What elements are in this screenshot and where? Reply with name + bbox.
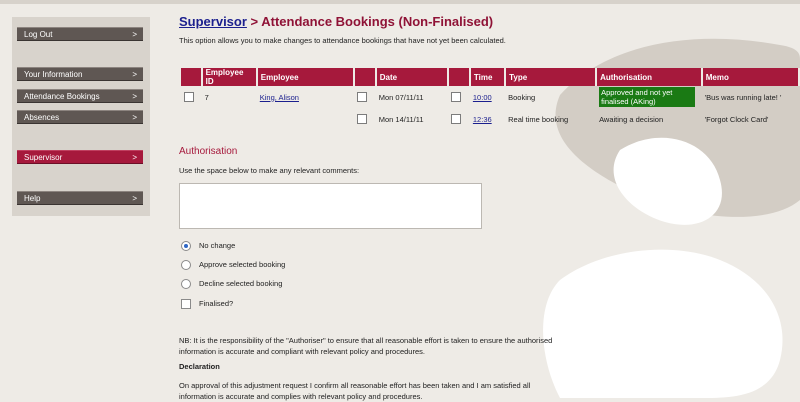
date-cell: Mon 07/11/11 [378, 92, 424, 102]
sidebar-item-label: Your Information [24, 70, 83, 79]
sidebar-item-label: Absences [24, 113, 60, 122]
chevron-right-icon: > [132, 30, 137, 39]
time-select-checkbox[interactable] [451, 114, 462, 124]
top-strip [0, 0, 800, 4]
intro-text: This option allows you to make changes t… [179, 36, 506, 45]
column-header-type: Type [505, 68, 598, 86]
sidebar-item-label: Log Out [24, 30, 53, 39]
table-header-row: Employee ID Employee Date Time Type Auth… [181, 68, 800, 86]
page-title-text: > Attendance Bookings (Non-Finalised) [246, 14, 494, 29]
column-header-memo: Memo [701, 68, 800, 86]
row-select-checkbox[interactable] [184, 92, 194, 102]
time-link[interactable]: 10:00 [473, 93, 492, 102]
chevron-right-icon: > [132, 113, 137, 122]
date-select-checkbox[interactable] [357, 114, 368, 124]
declaration-text: On approval of this adjustment request I… [179, 381, 531, 401]
sidebar-item-attendance-bookings[interactable]: Attendance Bookings > [17, 89, 143, 103]
memo-cell: 'Bus was running late! ' [704, 92, 782, 102]
option-approve[interactable]: Approve selected booking [181, 260, 286, 271]
column-header-authorisation: Authorisation [596, 68, 703, 86]
table-row: 7 King, Alison Mon 07/11/11 10:00 Bookin… [181, 86, 799, 108]
employee-link[interactable]: King, Alison [260, 93, 299, 102]
chevron-right-icon: > [132, 194, 137, 203]
employee-id-cell [202, 108, 257, 130]
select-column-header [354, 68, 377, 86]
employee-id-cell: 7 [204, 92, 209, 102]
finalised-option[interactable]: Finalised? [181, 299, 234, 310]
nb-note: NB: It is the responsibility of the "Aut… [179, 336, 553, 356]
option-no-change[interactable]: No change [181, 241, 236, 252]
time-select-checkbox[interactable] [451, 92, 462, 102]
declaration-heading: Declaration [179, 362, 220, 371]
page-title: Supervisor > Attendance Bookings (Non-Fi… [179, 14, 800, 29]
column-header-employee: Employee [256, 68, 356, 86]
sidebar-item-your-information[interactable]: Your Information > [17, 67, 143, 81]
memo-cell: 'Forgot Clock Card' [704, 114, 769, 124]
radio-decline[interactable] [181, 279, 191, 290]
finalised-checkbox[interactable] [181, 299, 191, 310]
column-header-time: Time [469, 68, 507, 86]
sidebar-item-label: Supervisor [24, 153, 63, 162]
comments-textarea[interactable] [179, 183, 482, 229]
date-select-checkbox[interactable] [357, 92, 368, 102]
authorisation-status-text: Awaiting a decision [599, 114, 664, 124]
authorisation-status-badge: Approved and not yet finalised (AKing) [599, 87, 696, 107]
sidebar-item-log-out[interactable]: Log Out > [17, 27, 143, 41]
employee-cell [257, 108, 354, 130]
option-label: Decline selected booking [199, 279, 283, 288]
chevron-right-icon: > [132, 92, 137, 101]
table-row: Mon 14/11/11 12:36 Real time booking Awa… [181, 108, 799, 130]
chevron-right-icon: > [132, 70, 137, 79]
main-content: Supervisor > Attendance Bookings (Non-Fi… [179, 14, 800, 45]
comments-hint: Use the space below to make any relevant… [179, 166, 360, 175]
sidebar-item-supervisor[interactable]: Supervisor > [17, 150, 143, 164]
time-link[interactable]: 12:36 [473, 115, 492, 124]
column-header-employee-id: Employee ID [201, 68, 258, 86]
sidebar-item-label: Help [24, 194, 41, 203]
bookings-table: Employee ID Employee Date Time Type Auth… [181, 68, 800, 130]
sidebar-item-help[interactable]: Help > [17, 191, 143, 205]
select-column-header [181, 68, 203, 86]
sidebar-item-absences[interactable]: Absences > [17, 110, 143, 124]
sidebar-item-label: Attendance Bookings [24, 92, 100, 101]
option-label: Approve selected booking [199, 260, 286, 269]
option-decline[interactable]: Decline selected booking [181, 279, 283, 290]
authorisation-heading: Authorisation [179, 146, 238, 157]
radio-no-change[interactable] [181, 241, 191, 252]
type-cell: Booking [508, 92, 536, 102]
option-label: No change [199, 241, 236, 250]
date-cell: Mon 14/11/11 [378, 114, 424, 124]
column-header-date: Date [375, 68, 450, 86]
breadcrumb-supervisor-link[interactable]: Supervisor [179, 14, 247, 29]
finalised-label: Finalised? [199, 299, 234, 308]
select-column-header [448, 68, 471, 86]
radio-approve[interactable] [181, 260, 191, 271]
type-cell: Real time booking [508, 114, 569, 124]
chevron-right-icon: > [132, 153, 137, 162]
sidebar: Log Out > Your Information > Attendance … [12, 17, 150, 216]
